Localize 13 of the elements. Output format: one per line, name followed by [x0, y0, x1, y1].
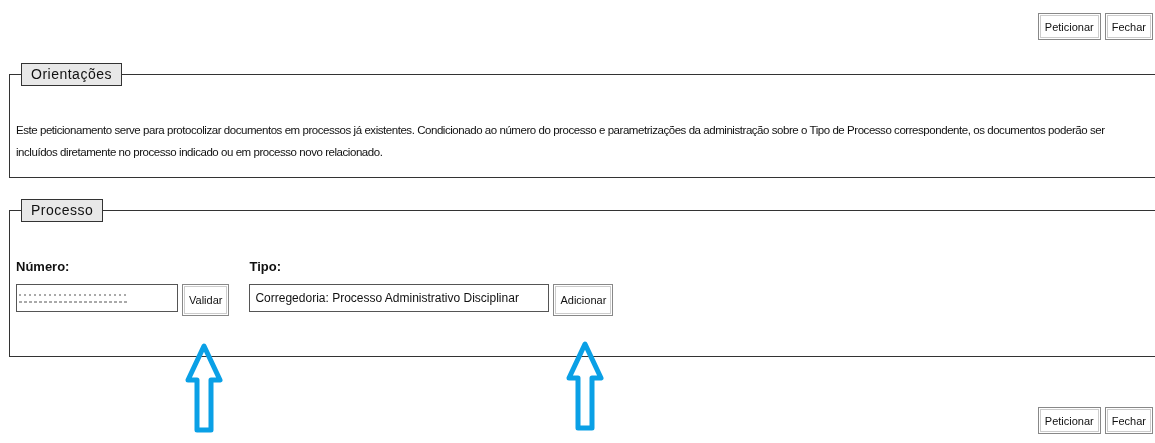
action-button[interactable]: Peticionar	[1037, 13, 1101, 40]
action-button[interactable]: Fechar	[1104, 407, 1153, 434]
section-legend: Orientações	[21, 63, 122, 86]
action-button[interactable]: Peticionar	[1037, 407, 1101, 434]
section-legend: Processo	[21, 199, 104, 222]
numero-label: Número:	[16, 259, 71, 274]
tipo-label: Tipo:	[249, 259, 282, 274]
number-input-field[interactable]	[16, 284, 178, 312]
instructions-paragraph: Este peticionamento serve para protocolizar documentos em processos já existentes. Condicionado ao número do processo e parametrizações da administração sobre o Tipo de Processo correspondente, os documentos poderão ser incluídos diretamente no processo indicado ou em processo novo relacionado.	[16, 123, 1106, 160]
tipo-input-field[interactable]: Corregedoria: Processo Administrativo Disciplinar	[249, 284, 550, 312]
validar-button[interactable]: Validar	[182, 284, 230, 316]
action-button[interactable]: Fechar	[1104, 13, 1153, 40]
adicionar-button[interactable]: Adicionar	[553, 284, 614, 316]
